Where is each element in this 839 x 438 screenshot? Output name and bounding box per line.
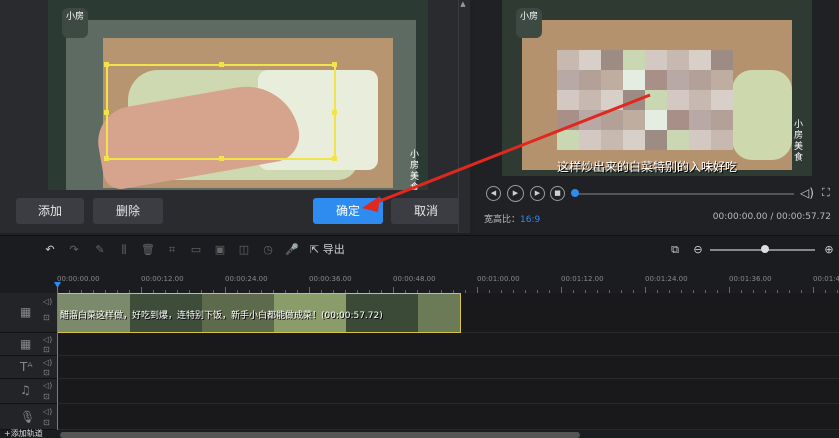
lock-icon[interactable]: ⊡ [43, 313, 50, 322]
pip-track-head: ▦ ◁) ⊡ [0, 333, 57, 356]
text-icon: Tᴬ [20, 360, 33, 374]
video-clip[interactable]: 醋溜白菜这样做，好吃到爆，连特别下饭，新手小白都能做成菜！(00:00:57.7… [57, 293, 461, 333]
export-label: 导出 [322, 243, 345, 256]
playhead[interactable] [57, 286, 58, 431]
volume-icon[interactable]: ◁) [43, 335, 52, 344]
speed-icon[interactable]: ◫ [236, 242, 252, 258]
freeze-icon[interactable]: ▣ [212, 242, 228, 258]
ruler-label: 00:00:00.00 [57, 275, 100, 283]
timeline-ruler[interactable]: 00:00:00.00 00:00:12.00 00:00:24.00 00:00:3… [0, 263, 839, 293]
trash-icon[interactable]: 🗑 [140, 242, 156, 258]
add-track-button[interactable]: +添加轨道 [4, 428, 43, 438]
ruler-label: 00:01:24.00 [645, 275, 688, 283]
lock-icon[interactable]: ⊡ [43, 392, 50, 401]
arrow-head [362, 196, 380, 212]
app-window: 小房 小房美食 添加 删除 确定 取消 ▲ 小房 小房美食 [0, 0, 839, 438]
split-icon[interactable]: ⫼ [116, 242, 132, 258]
timeline-scrollbar[interactable] [60, 432, 580, 438]
ruler-label: 00:01:48.00 [813, 275, 839, 283]
music-icon: ♫ [20, 383, 31, 397]
duration-icon[interactable]: ◷ [260, 242, 276, 258]
undo-icon[interactable]: ↶ [42, 242, 58, 258]
ruler-label: 00:00:48.00 [393, 275, 436, 283]
arrow-line [371, 93, 651, 206]
bottom-bar: +添加轨道 [0, 428, 839, 438]
film-icon: ▦ [20, 305, 32, 319]
voice-track[interactable] [57, 404, 839, 430]
redo-icon[interactable]: ↷ [66, 242, 82, 258]
mic-icon: 🎙 [20, 410, 36, 424]
export-button[interactable]: ⇱ 导出 [310, 242, 345, 258]
lock-icon[interactable]: ⊡ [43, 345, 50, 354]
clip-title: 醋溜白菜这样做，好吃到爆，连特别下饭，新手小白都能做成菜！(00:00:57.7… [60, 311, 383, 321]
microphone-icon[interactable]: 🎤 [284, 242, 300, 258]
text-track-head: Tᴬ ◁) ⊡ [0, 356, 57, 379]
ruler-label: 00:00:12.00 [141, 275, 184, 283]
zoom-out-icon[interactable]: ⊖ [690, 242, 706, 258]
ruler-label: 00:01:00.00 [477, 275, 520, 283]
volume-icon[interactable]: ◁) [43, 358, 52, 367]
crop-icon[interactable]: ⌗ [164, 242, 180, 258]
lock-icon[interactable]: ⊡ [43, 418, 50, 427]
video-track-head: ▦ ◁) ⊡ [0, 293, 57, 333]
clip-thumbnail [418, 294, 460, 332]
edit-icon[interactable]: ✎ [92, 242, 108, 258]
pip-icon: ▦ [20, 337, 32, 351]
zoom-in-icon[interactable]: ⊕ [821, 242, 837, 258]
fit-timeline-icon[interactable]: ⧉ [667, 242, 683, 258]
ruler-label: 00:01:12.00 [561, 275, 604, 283]
lock-icon[interactable]: ⊡ [43, 368, 50, 377]
timeline-tracks: 醋溜白菜这样做，好吃到爆，连特别下饭，新手小白都能做成菜！(00:00:57.7… [57, 293, 839, 430]
volume-icon[interactable]: ◁) [43, 297, 52, 306]
track-headers: ▦ ◁) ⊡ ▦ ◁) ⊡ Tᴬ ◁) ⊡ ♫ ◁) ⊡ 🎙 ◁) ⊡ [0, 293, 57, 430]
video-track: 醋溜白菜这样做，好吃到爆，连特别下饭，新手小白都能做成菜！(00:00:57.7… [57, 293, 839, 333]
ruler-label: 00:00:24.00 [225, 275, 268, 283]
volume-icon[interactable]: ◁) [43, 381, 52, 390]
music-track[interactable] [57, 379, 839, 404]
volume-icon[interactable]: ◁) [43, 407, 52, 416]
pip-track[interactable] [57, 333, 839, 356]
fit-icon[interactable]: ▭ [188, 242, 204, 258]
text-track[interactable] [57, 356, 839, 379]
voice-track-head: 🎙 ◁) ⊡ [0, 404, 57, 430]
music-track-head: ♫ ◁) ⊡ [0, 379, 57, 404]
ruler-label: 00:00:36.00 [309, 275, 352, 283]
zoom-handle[interactable] [761, 245, 769, 253]
ruler-label: 00:01:36.00 [729, 275, 772, 283]
timeline-toolbar: ↶ ↷ ✎ ⫼ 🗑 ⌗ ▭ ▣ ◫ ◷ 🎤 ⇱ 导出 ⧉ ⊖ ⊕ [0, 235, 839, 263]
